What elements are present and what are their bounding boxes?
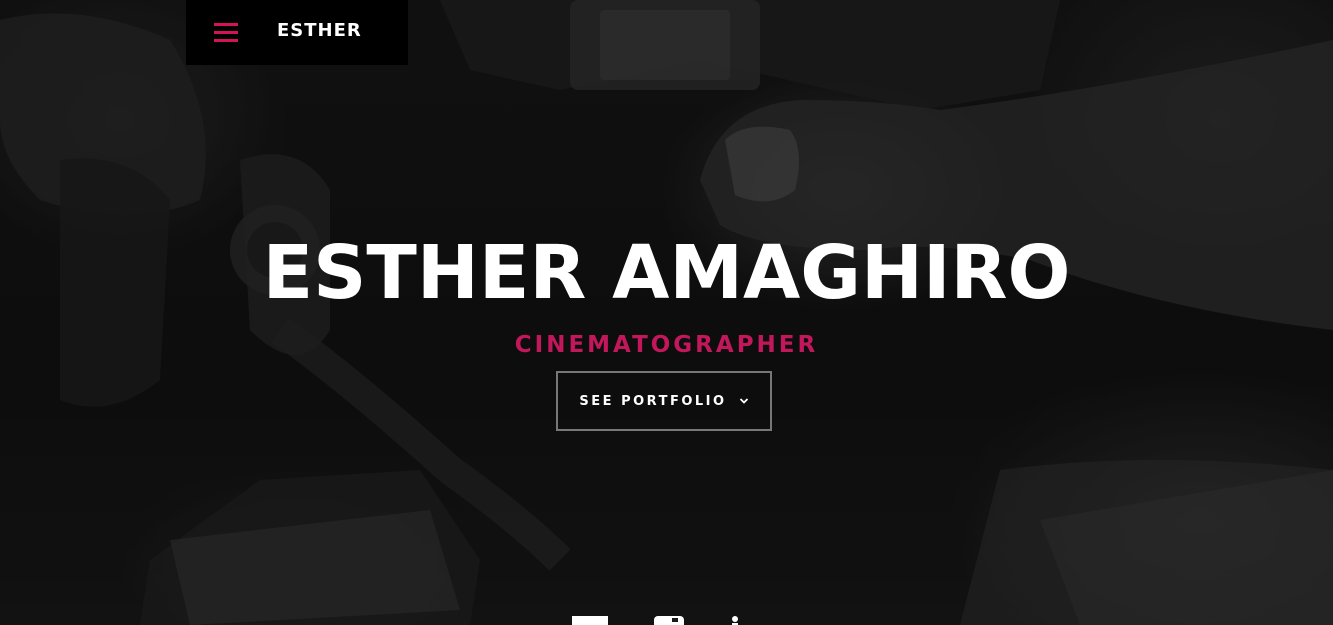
- chevron-down-icon: [739, 398, 748, 404]
- instagram-icon[interactable]: [654, 616, 684, 625]
- brand-bar: ESTHER: [186, 0, 408, 65]
- hero-subtitle: CINEMATOGRAPHER: [514, 332, 819, 358]
- brand-name[interactable]: ESTHER: [277, 20, 362, 41]
- see-portfolio-button[interactable]: SEE PORTFOLIO: [556, 371, 772, 431]
- hamburger-line: [214, 23, 238, 26]
- email-icon[interactable]: [572, 616, 608, 625]
- hamburger-line: [214, 31, 238, 34]
- see-portfolio-label: SEE PORTFOLIO: [579, 393, 727, 409]
- hamburger-line: [214, 39, 238, 42]
- hero-title: ESTHER AMAGHIRO: [262, 230, 1071, 316]
- social-links: [560, 612, 760, 625]
- hero-section: ESTHER ESTHER AMAGHIRO CINEMATOGRAPHER S…: [0, 0, 1333, 625]
- linkedin-icon[interactable]: [730, 616, 740, 625]
- hamburger-menu-icon[interactable]: [214, 22, 238, 42]
